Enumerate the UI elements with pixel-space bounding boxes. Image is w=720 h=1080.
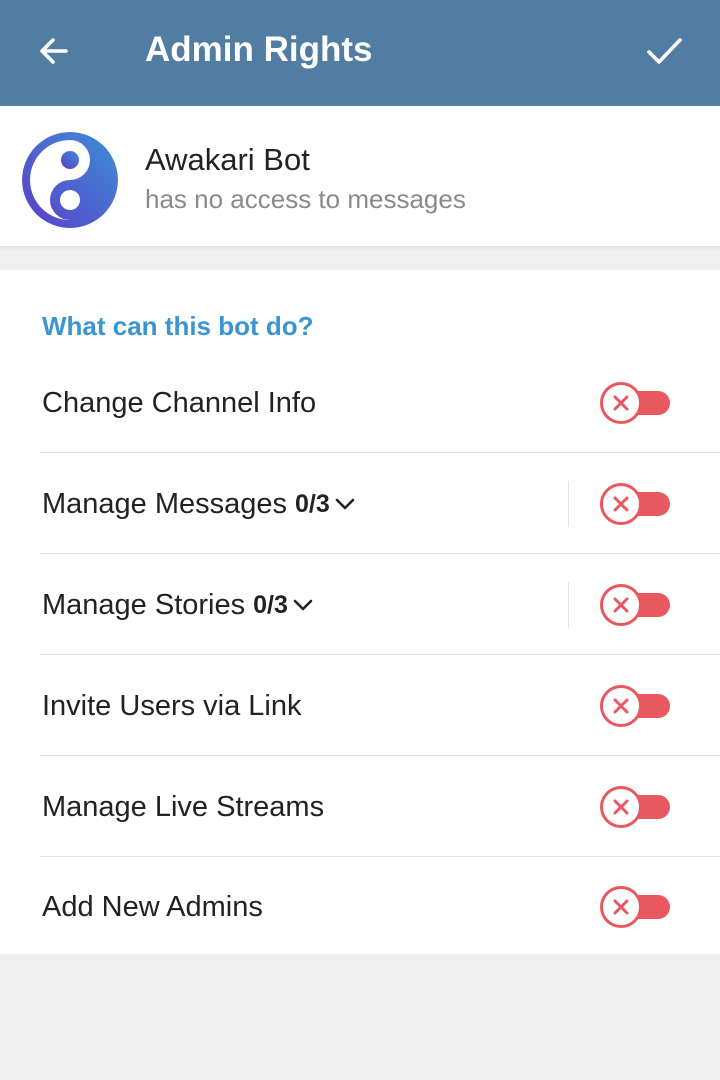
arrow-left-icon (40, 38, 68, 64)
x-icon (600, 583, 642, 626)
right-manage-messages[interactable]: Manage Messages 0/3 (0, 453, 720, 554)
done-button[interactable] (632, 24, 696, 78)
add-new-admins-toggle[interactable] (600, 885, 672, 928)
back-button[interactable] (24, 26, 84, 76)
right-label: Manage Messages (42, 487, 288, 520)
x-icon (600, 684, 642, 727)
separator (568, 481, 569, 527)
chevron-down-icon[interactable] (334, 493, 356, 515)
app-bar: Admin Rights (0, 0, 720, 106)
right-manage-stories[interactable]: Manage Stories 0/3 (0, 554, 720, 655)
invite-users-toggle[interactable] (600, 684, 672, 727)
separator (568, 582, 569, 628)
right-label: Add New Admins (42, 890, 263, 923)
chevron-down-icon[interactable] (292, 594, 314, 616)
bot-profile: Awakari Bot has no access to messages (0, 106, 720, 246)
bot-name: Awakari Bot (145, 142, 310, 177)
checkmark-icon (647, 38, 682, 64)
x-icon (600, 381, 642, 424)
bot-avatar-logo (22, 132, 118, 228)
bot-status: has no access to messages (145, 184, 466, 214)
right-label: Manage Live Streams (42, 790, 325, 823)
manage-live-streams-toggle[interactable] (600, 785, 672, 828)
admin-rights-list: What can this bot do? Change Channel Inf… (0, 270, 720, 954)
manage-messages-toggle[interactable] (600, 482, 672, 525)
right-count: 0/3 (295, 489, 330, 518)
right-label: Invite Users via Link (42, 689, 302, 722)
right-invite-users[interactable]: Invite Users via Link (0, 655, 720, 756)
right-manage-live-streams[interactable]: Manage Live Streams (0, 756, 720, 857)
section-header: What can this bot do? (42, 311, 314, 341)
x-icon (600, 885, 642, 928)
page-title: Admin Rights (145, 30, 373, 69)
right-add-new-admins[interactable]: Add New Admins (0, 856, 720, 957)
right-label: Change Channel Info (42, 386, 317, 419)
x-icon (600, 482, 642, 525)
change-channel-info-toggle[interactable] (600, 381, 672, 424)
right-change-channel-info[interactable]: Change Channel Info (0, 352, 720, 453)
right-count: 0/3 (253, 590, 288, 619)
x-icon (600, 785, 642, 828)
avatar[interactable] (22, 132, 118, 228)
manage-stories-toggle[interactable] (600, 583, 672, 626)
right-label: Manage Stories (42, 588, 246, 621)
